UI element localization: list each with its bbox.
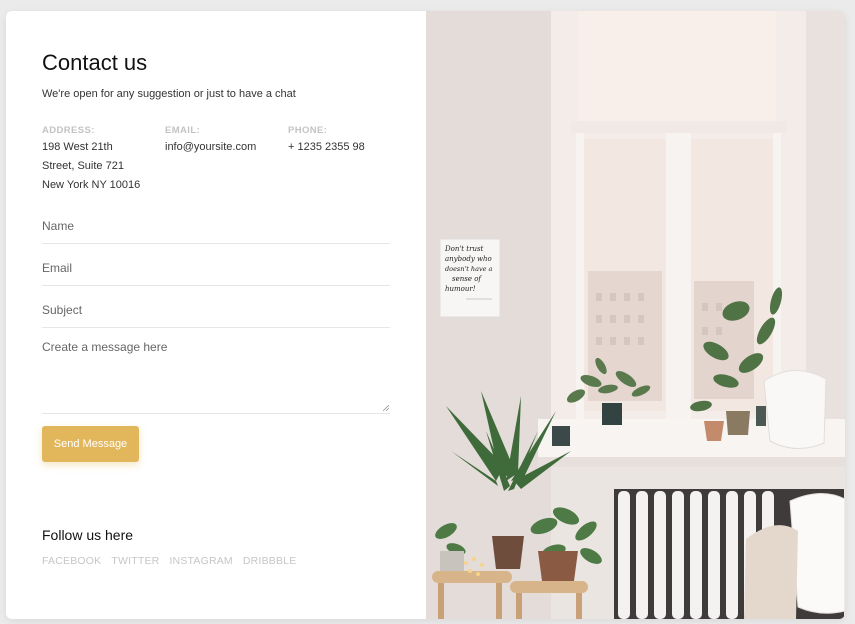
page-subtitle: We're open for any suggestion or just to…	[42, 88, 296, 100]
room-photo: Don't trust anybody who doesn't have a s…	[426, 11, 845, 619]
poster: Don't trust anybody who doesn't have a s…	[439, 238, 501, 318]
poster-line-1: Don't trust	[444, 245, 484, 253]
address-line-2: Street, Suite 721	[42, 160, 124, 172]
email-field[interactable]: Email	[42, 252, 390, 286]
address-block: ADDRESS: 198 West 21th Street, Suite 721…	[42, 125, 157, 195]
name-field[interactable]: Name	[42, 210, 390, 244]
address-label: ADDRESS:	[42, 125, 95, 136]
dribbble-link[interactable]: DRIBBBLE	[243, 555, 297, 567]
poster-line-4: sense of	[452, 275, 482, 283]
email-placeholder: Email	[42, 261, 73, 275]
address-line-3: New York NY 10016	[42, 179, 141, 191]
facebook-link[interactable]: FACEBOOK	[42, 555, 101, 567]
phone-value[interactable]: + 1235 2355 98	[288, 138, 403, 157]
instagram-link[interactable]: INSTAGRAM	[169, 555, 232, 567]
address-line-1: 198 West 21th	[42, 141, 113, 153]
email-block: EMAIL: info@yoursite.com	[165, 125, 280, 157]
resize-handle-icon[interactable]	[383, 405, 389, 411]
email-label: EMAIL:	[165, 125, 201, 136]
name-placeholder: Name	[42, 219, 75, 233]
poster-line-5: humour!	[445, 285, 476, 293]
message-textarea[interactable]: Create a message here	[42, 340, 390, 414]
phone-block: PHONE: + 1235 2355 98	[288, 125, 403, 157]
poster-line-3: doesn't have a	[445, 265, 493, 273]
page-title: Contact us	[42, 50, 148, 75]
twitter-link[interactable]: TWITTER	[111, 555, 159, 567]
follow-title: Follow us here	[42, 527, 134, 543]
message-placeholder: Create a message here	[42, 340, 168, 354]
room-illustration: Don't trust anybody who doesn't have a s…	[426, 11, 845, 619]
contact-panel: Contact us We're open for any suggestion…	[6, 11, 426, 619]
subject-field[interactable]: Subject	[42, 294, 390, 328]
send-message-button[interactable]: Send Message	[42, 426, 139, 462]
contact-card: Contact us We're open for any suggestion…	[6, 11, 845, 619]
subject-placeholder: Subject	[42, 303, 83, 317]
phone-label: PHONE:	[288, 125, 328, 136]
poster-line-2: anybody who	[445, 255, 492, 263]
social-links: FACEBOOK TWITTER INSTAGRAM DRIBBBLE	[42, 555, 296, 567]
email-value[interactable]: info@yoursite.com	[165, 138, 280, 157]
